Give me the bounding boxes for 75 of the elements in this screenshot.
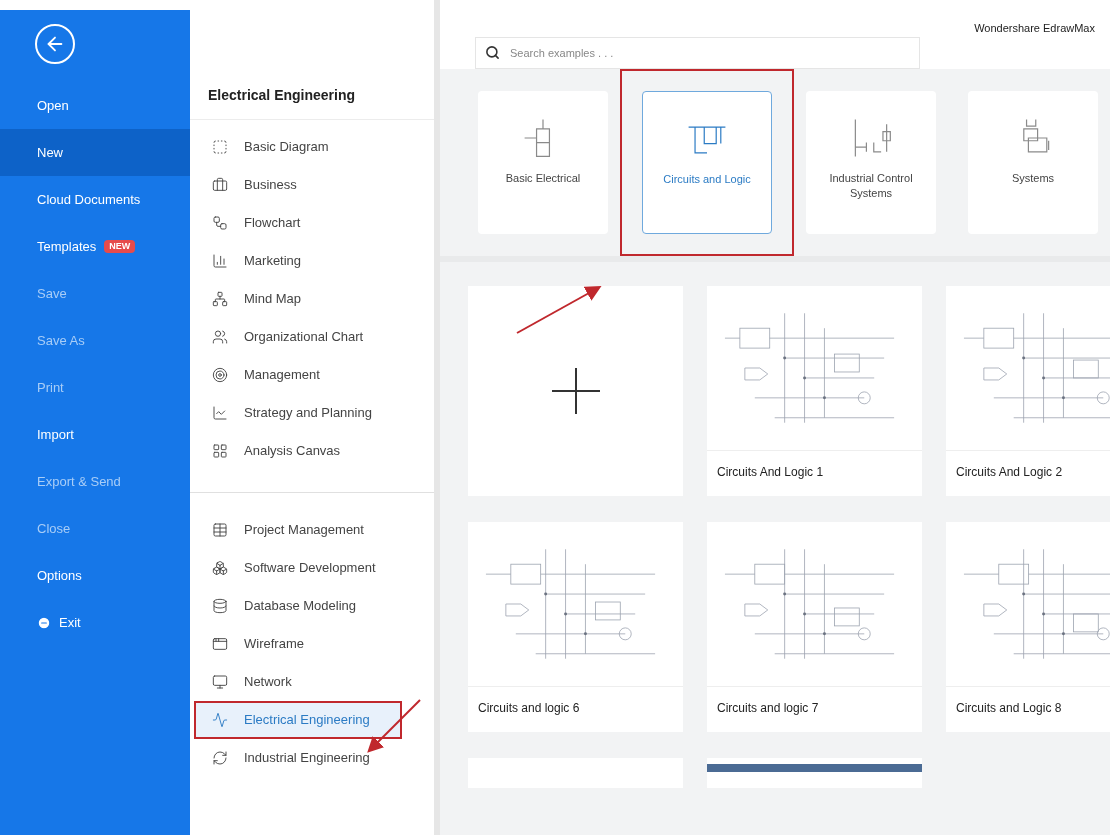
menu-item[interactable]: Templates NEW	[0, 223, 190, 270]
category-item[interactable]: Basic Diagram	[194, 128, 402, 166]
template-title: Circuits And Logic 2	[955, 463, 1064, 481]
menu-label: Save	[37, 284, 67, 303]
category-item[interactable]: Mind Map	[194, 280, 402, 318]
app-title: Wondershare EdrawMax	[974, 21, 1095, 36]
template-title: Circuits and logic 7	[716, 699, 820, 717]
plus-icon	[551, 367, 600, 414]
template-card[interactable]: Circuits and logic 6	[468, 521, 683, 732]
category-icon	[212, 443, 228, 459]
menu-item[interactable]: Cloud Documents	[0, 176, 190, 223]
template-card[interactable]: Circuits And Logic 1	[707, 285, 922, 496]
template-card[interactable]: Circuits And Logic 2	[946, 285, 1110, 496]
template-card[interactable]: Circuits and logic 7	[707, 521, 922, 732]
category-icon	[212, 560, 228, 576]
category-icon	[212, 177, 228, 193]
template-card[interactable]: Circuits and Logic 8	[946, 521, 1110, 732]
menu-label: Exit	[59, 613, 81, 632]
category-icon	[212, 522, 228, 538]
back-button[interactable]	[35, 24, 75, 64]
category-item[interactable]: Wireframe	[194, 625, 402, 663]
category-icon	[212, 329, 228, 345]
category-item[interactable]: Organizational Chart	[194, 318, 402, 356]
menu-label: Print	[37, 378, 64, 397]
menu-item[interactable]: Import	[0, 411, 190, 458]
menu-item[interactable]: New	[0, 129, 190, 176]
category-item[interactable]: Marketing	[194, 242, 402, 280]
template-title: Circuits And Logic 1	[716, 463, 825, 481]
menu-item[interactable]: Options	[0, 552, 190, 599]
category-item[interactable]: Industrial Engineering	[194, 739, 402, 777]
search-field[interactable]: Search examples . . .	[475, 36, 920, 69]
template-card[interactable]	[707, 757, 922, 788]
menu-label: Cloud Documents	[37, 190, 141, 209]
exit-icon	[37, 615, 51, 630]
subcategory-card[interactable]: Circuits and Logic	[642, 90, 772, 234]
subcategory-card[interactable]: Industrial Control Systems	[806, 90, 936, 234]
category-icon	[212, 367, 228, 383]
category-item[interactable]: Business	[194, 166, 402, 204]
category-icon	[212, 405, 228, 421]
menu-label: New	[37, 143, 63, 162]
category-item[interactable]: Strategy and Planning	[194, 394, 402, 432]
category-icon	[212, 139, 228, 155]
menu-label: Export & Send	[37, 472, 121, 491]
category-item[interactable]: Electrical Engineering	[194, 701, 402, 739]
menu-label: Close	[37, 519, 71, 538]
category-item[interactable]: Network	[194, 663, 402, 701]
category-item[interactable]: Management	[194, 356, 402, 394]
menu-label: Save As	[37, 331, 85, 350]
category-item[interactable]: Project Management	[194, 511, 402, 549]
template-title: Circuits and logic 6	[477, 699, 581, 717]
search-icon	[485, 44, 500, 60]
annotation-arrow	[367, 699, 421, 753]
menu-label: Import	[37, 425, 74, 444]
category-item[interactable]: Software Development	[194, 549, 402, 587]
menu-label: Options	[37, 566, 82, 585]
menu-label: Templates	[37, 237, 97, 256]
category-icon	[212, 291, 228, 307]
new-badge: NEW	[104, 239, 136, 254]
subcategory-card[interactable]: Systems	[968, 90, 1098, 234]
category-item[interactable]: Database Modeling	[194, 587, 402, 625]
category-icon	[212, 598, 228, 614]
category-icon	[212, 712, 228, 728]
menu-label: Open	[37, 96, 69, 115]
menu-item[interactable]: Exit	[0, 599, 190, 646]
template-title: Circuits and Logic 8	[955, 699, 1063, 717]
subcategory-card[interactable]: Basic Electrical	[478, 90, 608, 234]
category-icon	[212, 750, 228, 766]
category-item[interactable]: Analysis Canvas	[194, 432, 402, 470]
category-icon	[212, 674, 228, 690]
category-icon	[212, 253, 228, 269]
category-icon	[212, 636, 228, 652]
panel-title: Electrical Engineering	[190, 45, 434, 120]
menu-item[interactable]: Open	[0, 82, 190, 129]
category-icon	[212, 215, 228, 231]
category-item[interactable]: Flowchart	[194, 204, 402, 242]
